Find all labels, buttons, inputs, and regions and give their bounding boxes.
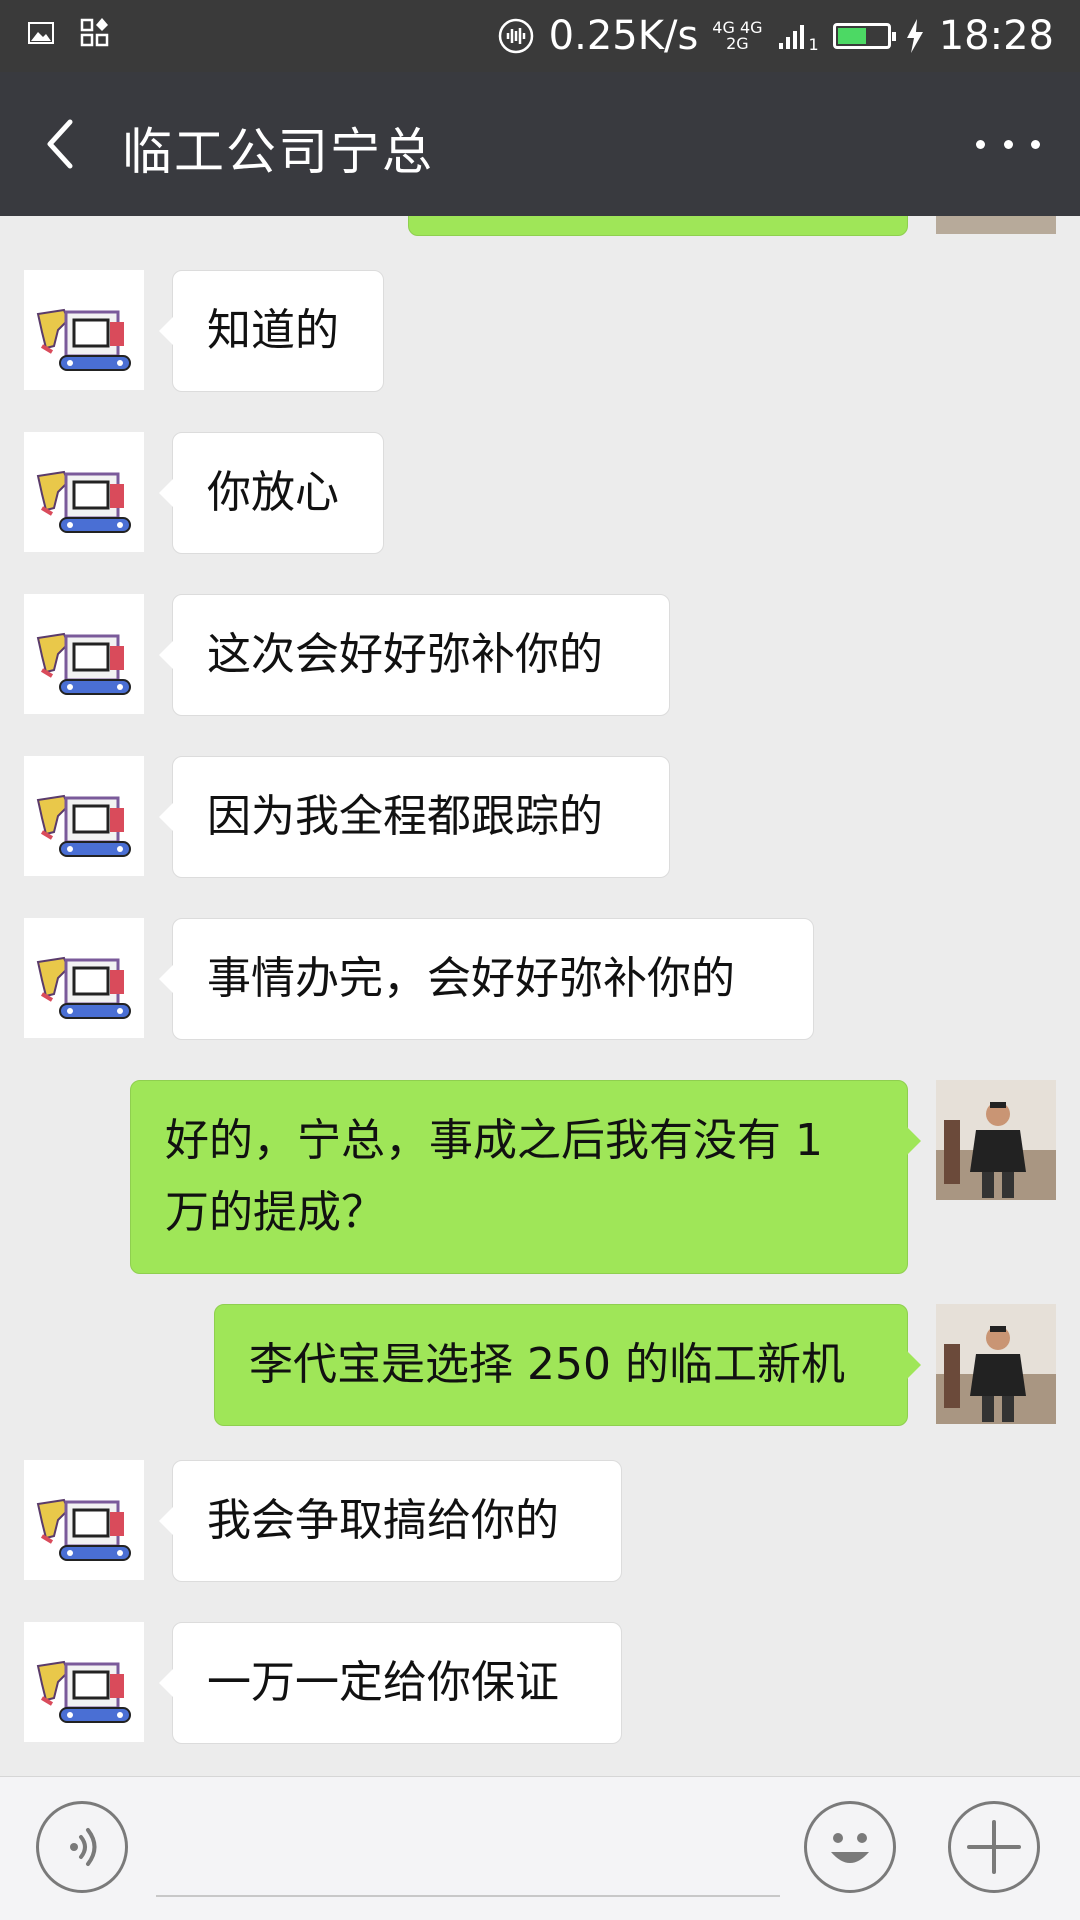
message-bubble-sent[interactable]: 好的，宁总，事成之后我有没有 1 万的提成？ — [130, 1080, 921, 1274]
status-left — [28, 18, 110, 48]
plus-button[interactable] — [948, 1801, 1040, 1893]
message-bubble-received[interactable]: 这次会好好弥补你的 — [159, 594, 670, 716]
chevron-left-icon[interactable] — [36, 116, 92, 172]
message-bubble-received[interactable]: 你放心 — [159, 432, 384, 554]
message-bubble-received[interactable]: 一万一定给你保证 — [159, 1622, 622, 1744]
plus-icon — [967, 1820, 1021, 1874]
contact-avatar[interactable] — [24, 1460, 144, 1580]
contact-avatar[interactable] — [24, 594, 144, 714]
message-row-received: 知道的 — [0, 270, 1080, 392]
apps-icon — [80, 18, 109, 47]
self-avatar[interactable] — [936, 1304, 1056, 1424]
contact-avatar[interactable] — [24, 432, 144, 552]
status-bar: 0.25K/s 4G 4G 2G 1 18:28 — [0, 0, 1080, 72]
message-row-received: 一万一定给你保证 — [0, 1622, 1080, 1744]
message-bubble-received[interactable]: 因为我全程都跟踪的 — [159, 756, 670, 878]
emoji-icon — [831, 1833, 869, 1863]
sim-index: 1 — [808, 34, 819, 54]
message-row-sent: 好的，宁总，事成之后我有没有 1 万的提成？ — [0, 1080, 1080, 1274]
message-row-received: 这次会好好弥补你的 — [0, 594, 1080, 716]
chat-title: 临工公司宁总 — [122, 123, 434, 181]
charging-icon — [906, 19, 923, 53]
contact-avatar[interactable] — [24, 270, 144, 390]
message-list[interactable]: 知道的 你放心 这次会好好弥补你的 因为我全程都跟踪的 事情办完，会好好弥补你的… — [0, 216, 1080, 1776]
dot — [976, 139, 985, 149]
message-row-received: 事情办完，会好好弥补你的 — [0, 918, 1080, 1040]
contact-avatar[interactable] — [24, 918, 144, 1038]
battery-icon — [832, 23, 896, 49]
net-speed: 0.25K/s — [548, 13, 699, 59]
network-type: 4G 4G 2G — [712, 20, 762, 52]
battery-fill — [837, 28, 866, 44]
contact-avatar[interactable] — [24, 756, 144, 876]
dot — [1003, 139, 1013, 149]
network-bottom: 2G — [726, 34, 749, 53]
message-row-received: 我会争取搞给你的 — [0, 1460, 1080, 1582]
message-bubble-received[interactable]: 知道的 — [159, 270, 384, 392]
message-bubble-sent[interactable]: 李代宝是选择 250 的临工新机 — [214, 1304, 921, 1426]
emoji-button[interactable] — [804, 1801, 896, 1893]
hd-voice-icon — [498, 18, 533, 54]
contact-avatar[interactable] — [24, 1622, 144, 1742]
dot — [1031, 139, 1040, 149]
voice-button[interactable] — [36, 1801, 128, 1893]
more-dots-icon[interactable] — [976, 122, 1040, 166]
self-avatar[interactable] — [936, 1080, 1056, 1200]
clock: 18:28 — [938, 13, 1054, 59]
message-bubble-received[interactable]: 事情办完，会好好弥补你的 — [159, 918, 814, 1040]
previous-message-partial — [408, 216, 908, 236]
message-row-received: 你放心 — [0, 432, 1080, 554]
input-bar — [0, 1776, 1080, 1920]
message-input[interactable] — [156, 1895, 780, 1897]
voice-icon — [70, 1828, 97, 1866]
message-row-sent: 李代宝是选择 250 的临工新机 — [0, 1304, 1080, 1426]
avatar-self-partial — [936, 216, 1056, 234]
status-right: 0.25K/s 4G 4G 2G 1 18:28 — [497, 12, 1054, 60]
message-row-received: 因为我全程都跟踪的 — [0, 756, 1080, 878]
image-icon — [28, 22, 54, 44]
message-bubble-received[interactable]: 我会争取搞给你的 — [159, 1460, 622, 1582]
signal-icon — [778, 25, 804, 49]
chat-header: 临工公司宁总 — [0, 72, 1080, 216]
